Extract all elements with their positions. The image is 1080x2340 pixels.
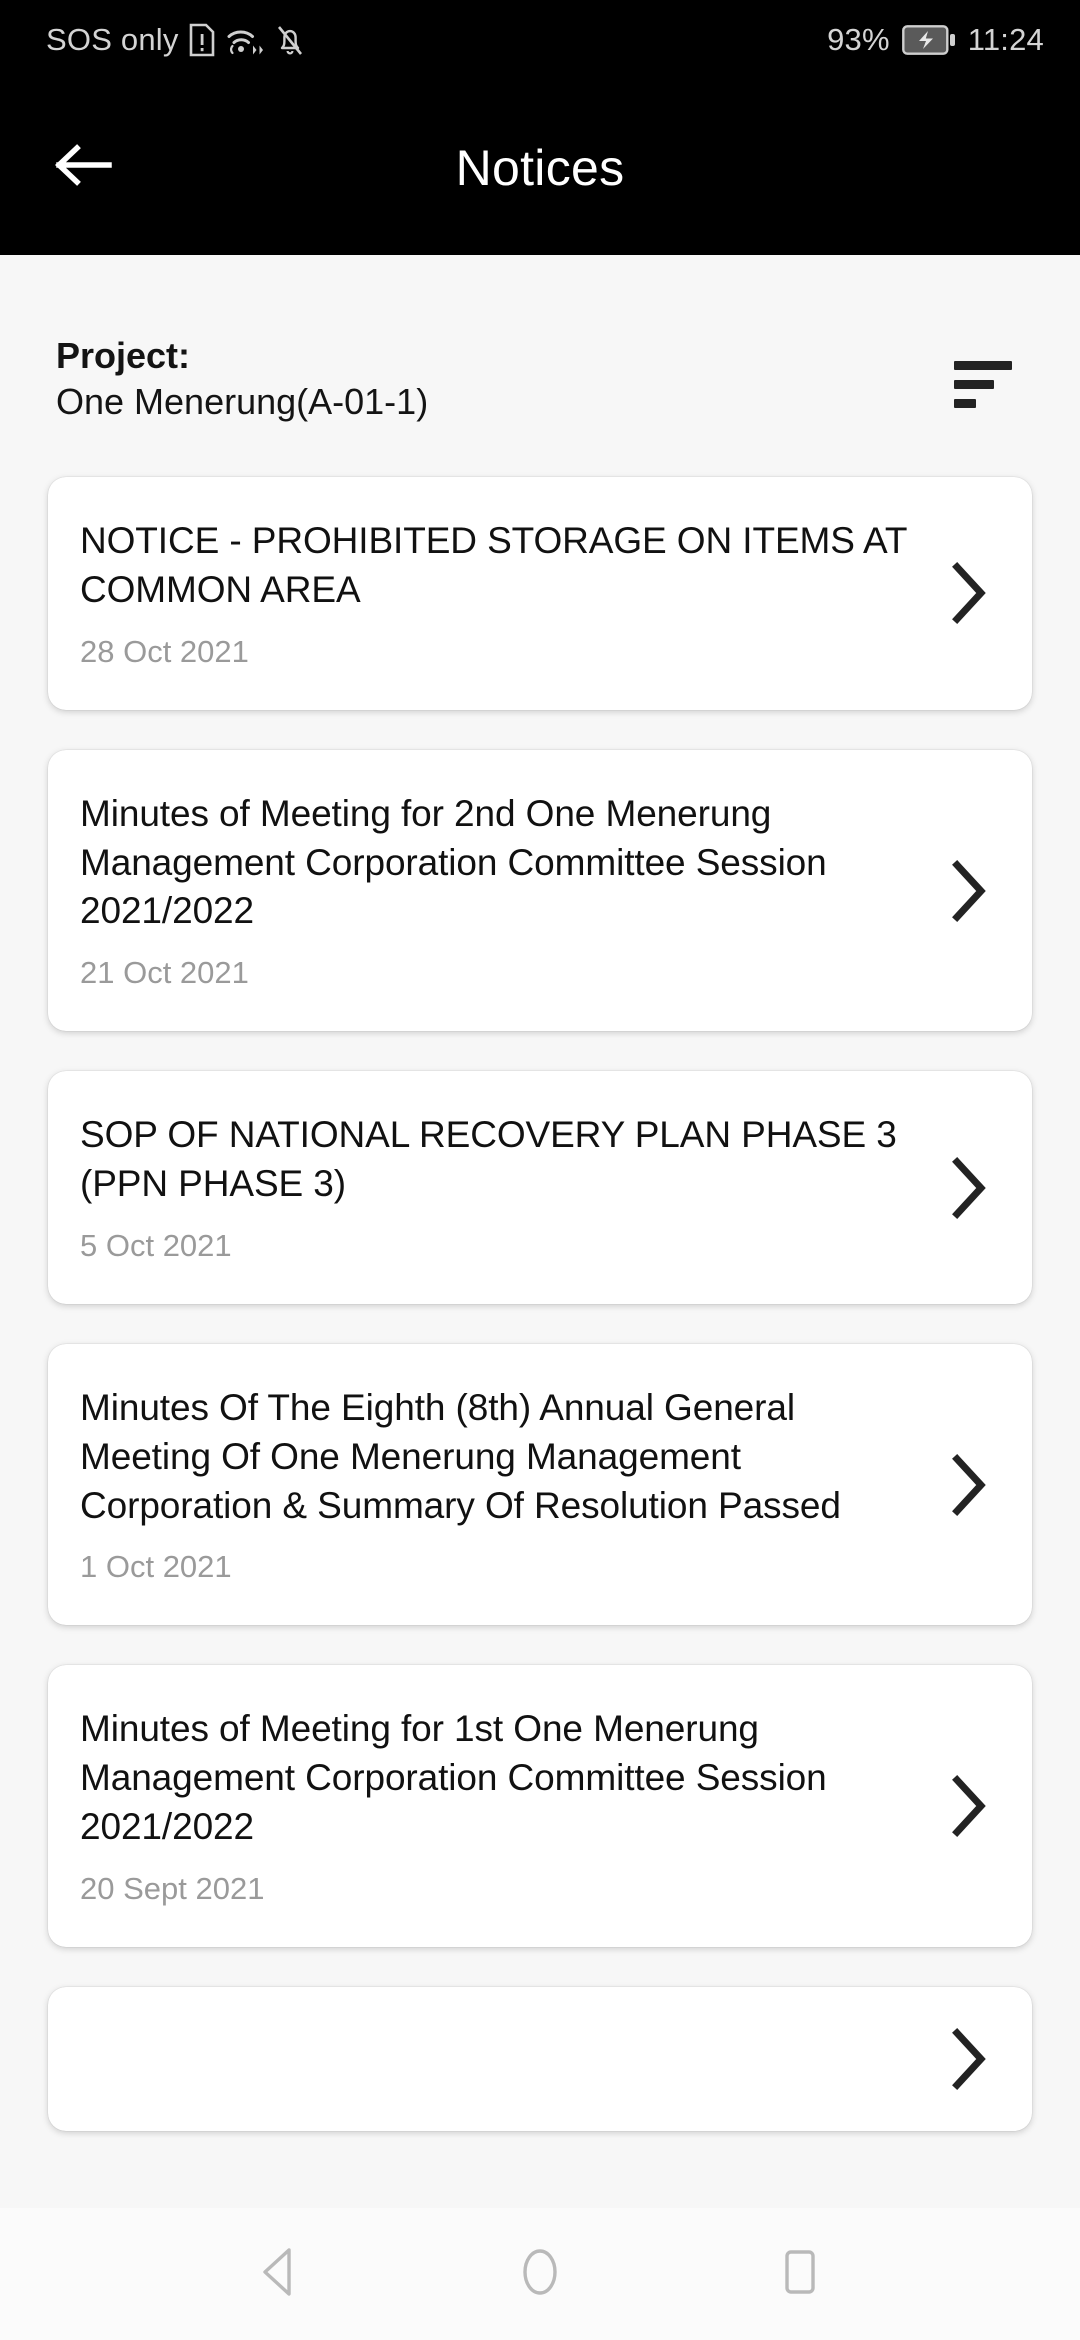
chevron-right-icon[interactable]	[930, 1156, 1006, 1220]
notice-body: SOP OF NATIONAL RECOVERY PLAN PHASE 3 (P…	[80, 1111, 930, 1264]
sort-bar-2	[954, 379, 994, 389]
battery-percent-label: 93%	[827, 22, 890, 57]
notice-date: 5 Oct 2021	[80, 1227, 232, 1263]
nav-back-triangle-icon	[257, 2246, 303, 2303]
chevron-right-icon[interactable]	[930, 561, 1006, 625]
notice-body	[80, 2049, 930, 2068]
notice-title: Minutes of Meeting for 1st One Menerung …	[80, 1708, 827, 1848]
notice-card[interactable]: NOTICE - PROHIBITED STORAGE ON ITEMS AT …	[48, 477, 1032, 710]
notice-body: NOTICE - PROHIBITED STORAGE ON ITEMS AT …	[80, 517, 930, 670]
main-content: Project: One Menerung(A-01-1) NOTICE - P…	[0, 255, 1080, 2208]
notice-title: Minutes of Meeting for 2nd One Menerung …	[80, 792, 827, 932]
notice-body: Minutes Of The Eighth (8th) Annual Gener…	[80, 1384, 930, 1585]
phone-screen: SOS only 93% 11:24 Notices Project: One …	[0, 0, 1080, 2340]
notice-date: 21 Oct 2021	[80, 955, 249, 991]
sort-bar-3	[954, 398, 976, 408]
notice-title: SOP OF NATIONAL RECOVERY PLAN PHASE 3 (P…	[80, 1114, 897, 1205]
notice-list: NOTICE - PROHIBITED STORAGE ON ITEMS AT …	[0, 477, 1080, 2131]
notice-title: NOTICE - PROHIBITED STORAGE ON ITEMS AT …	[80, 520, 907, 610]
project-label: Project:	[56, 335, 191, 376]
clock-label: 11:24	[967, 22, 1044, 57]
notice-card-partial[interactable]	[48, 1986, 1032, 2131]
system-nav-bar	[0, 2208, 1080, 2340]
notice-title: Minutes Of The Eighth (8th) Annual Gener…	[80, 1386, 841, 1526]
notice-date: 28 Oct 2021	[80, 633, 249, 669]
nav-back-button[interactable]	[225, 2219, 335, 2329]
nav-recents-square-icon	[777, 2246, 823, 2303]
notice-card[interactable]: Minutes Of The Eighth (8th) Annual Gener…	[48, 1343, 1032, 1626]
wifi-hotspot-icon	[225, 23, 265, 57]
battery-charging-icon	[901, 25, 956, 55]
app-bar: Notices	[0, 80, 1080, 255]
nav-home-button[interactable]	[485, 2219, 595, 2329]
sim-alert-icon	[189, 23, 215, 57]
sort-bar-1	[954, 360, 1012, 370]
status-bar-right: 93% 11:24	[827, 22, 1044, 58]
chevron-right-icon[interactable]	[930, 1774, 1006, 1838]
nav-home-circle-icon	[517, 2246, 563, 2303]
back-button[interactable]	[42, 126, 126, 210]
sort-button[interactable]	[950, 347, 1024, 421]
status-bar: SOS only 93% 11:24	[0, 0, 1080, 80]
project-name: One Menerung(A-01-1)	[56, 381, 429, 423]
page-title: Notices	[455, 139, 625, 196]
project-info: Project: One Menerung(A-01-1)	[56, 333, 428, 425]
nav-recents-button[interactable]	[745, 2219, 855, 2329]
bell-muted-icon	[275, 23, 305, 57]
chevron-right-icon[interactable]	[930, 859, 1006, 923]
carrier-label: SOS only	[46, 22, 179, 57]
notice-card[interactable]: Minutes of Meeting for 2nd One Menerung …	[48, 749, 1032, 1032]
notice-card[interactable]: Minutes of Meeting for 1st One Menerung …	[48, 1665, 1032, 1947]
chevron-right-icon[interactable]	[930, 2027, 1006, 2091]
notice-body: Minutes of Meeting for 1st One Menerung …	[80, 1705, 930, 1906]
project-row: Project: One Menerung(A-01-1)	[0, 255, 1080, 425]
notice-card[interactable]: SOP OF NATIONAL RECOVERY PLAN PHASE 3 (P…	[48, 1071, 1032, 1304]
chevron-right-icon[interactable]	[930, 1453, 1006, 1517]
notice-date: 1 Oct 2021	[80, 1549, 232, 1585]
status-bar-left: SOS only	[46, 22, 305, 58]
notice-body: Minutes of Meeting for 2nd One Menerung …	[80, 790, 930, 991]
arrow-left-icon	[53, 140, 115, 195]
notice-date: 20 Sept 2021	[80, 1870, 265, 1906]
